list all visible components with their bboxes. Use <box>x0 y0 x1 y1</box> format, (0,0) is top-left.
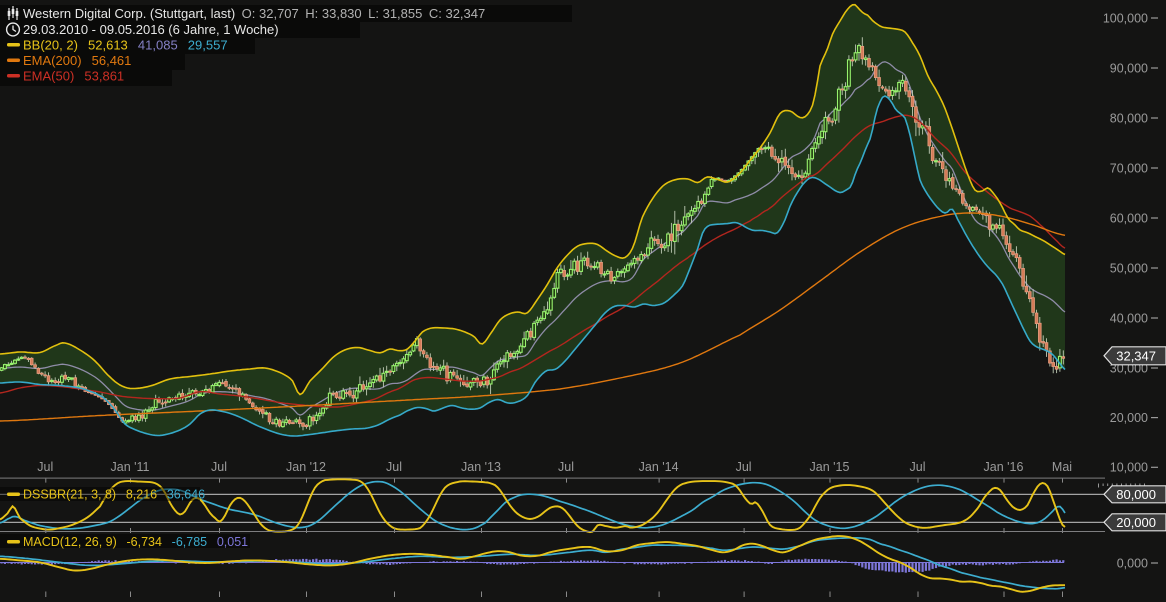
svg-text:80,000: 80,000 <box>1116 487 1156 502</box>
svg-text:Jul: Jul <box>386 460 402 474</box>
svg-text:20,000: 20,000 <box>1110 411 1148 425</box>
svg-text:Jan '16: Jan '16 <box>984 460 1024 474</box>
svg-text:0,000: 0,000 <box>1117 556 1148 570</box>
svg-text:Jul: Jul <box>910 460 926 474</box>
svg-text:100,000: 100,000 <box>1103 11 1148 25</box>
svg-text:Jan '14: Jan '14 <box>639 460 679 474</box>
svg-text:32,347: 32,347 <box>1116 348 1156 363</box>
svg-text:Jan '15: Jan '15 <box>810 460 850 474</box>
svg-text:Jan '12: Jan '12 <box>286 460 326 474</box>
svg-text:80,000: 80,000 <box>1110 111 1148 125</box>
svg-text:90,000: 90,000 <box>1110 61 1148 75</box>
svg-text:40,000: 40,000 <box>1110 311 1148 325</box>
svg-text:MACD(12, 26, 9) -6,734 -6,78: MACD(12, 26, 9) -6,734 -6,785 0,051 <box>23 535 248 549</box>
svg-text:Jul: Jul <box>211 460 227 474</box>
svg-text:DSSBR(21, 3, 8) 8,216 36,646: DSSBR(21, 3, 8) 8,216 36,646 <box>23 488 205 502</box>
svg-text:Jan '11: Jan '11 <box>111 460 150 474</box>
svg-text:Jan '13: Jan '13 <box>461 460 501 474</box>
svg-text:Jul: Jul <box>558 460 574 474</box>
svg-text:Western Digital Corp. (Stuttga: Western Digital Corp. (Stuttgart, last) … <box>23 6 485 21</box>
svg-text:50,000: 50,000 <box>1110 261 1148 275</box>
svg-text:60,000: 60,000 <box>1110 211 1148 225</box>
svg-text:EMA(50) 53,861: EMA(50) 53,861 <box>23 69 124 84</box>
svg-text:70,000: 70,000 <box>1110 161 1148 175</box>
svg-text:29.03.2010 - 09.05.2016 (6 Jah: 29.03.2010 - 09.05.2016 (6 Jahre, 1 Woch… <box>23 22 279 37</box>
svg-text:EMA(200) 56,461: EMA(200) 56,461 <box>23 53 131 68</box>
svg-text:BB(20, 2) 52,613 41,085 29,: BB(20, 2) 52,613 41,085 29,557 <box>23 38 228 53</box>
svg-text:20,000: 20,000 <box>1116 515 1156 530</box>
svg-text:Mai: Mai <box>1052 460 1072 474</box>
svg-text:Jul: Jul <box>736 460 752 474</box>
svg-text:Jul: Jul <box>37 460 53 474</box>
svg-text:10,000: 10,000 <box>1110 461 1148 475</box>
